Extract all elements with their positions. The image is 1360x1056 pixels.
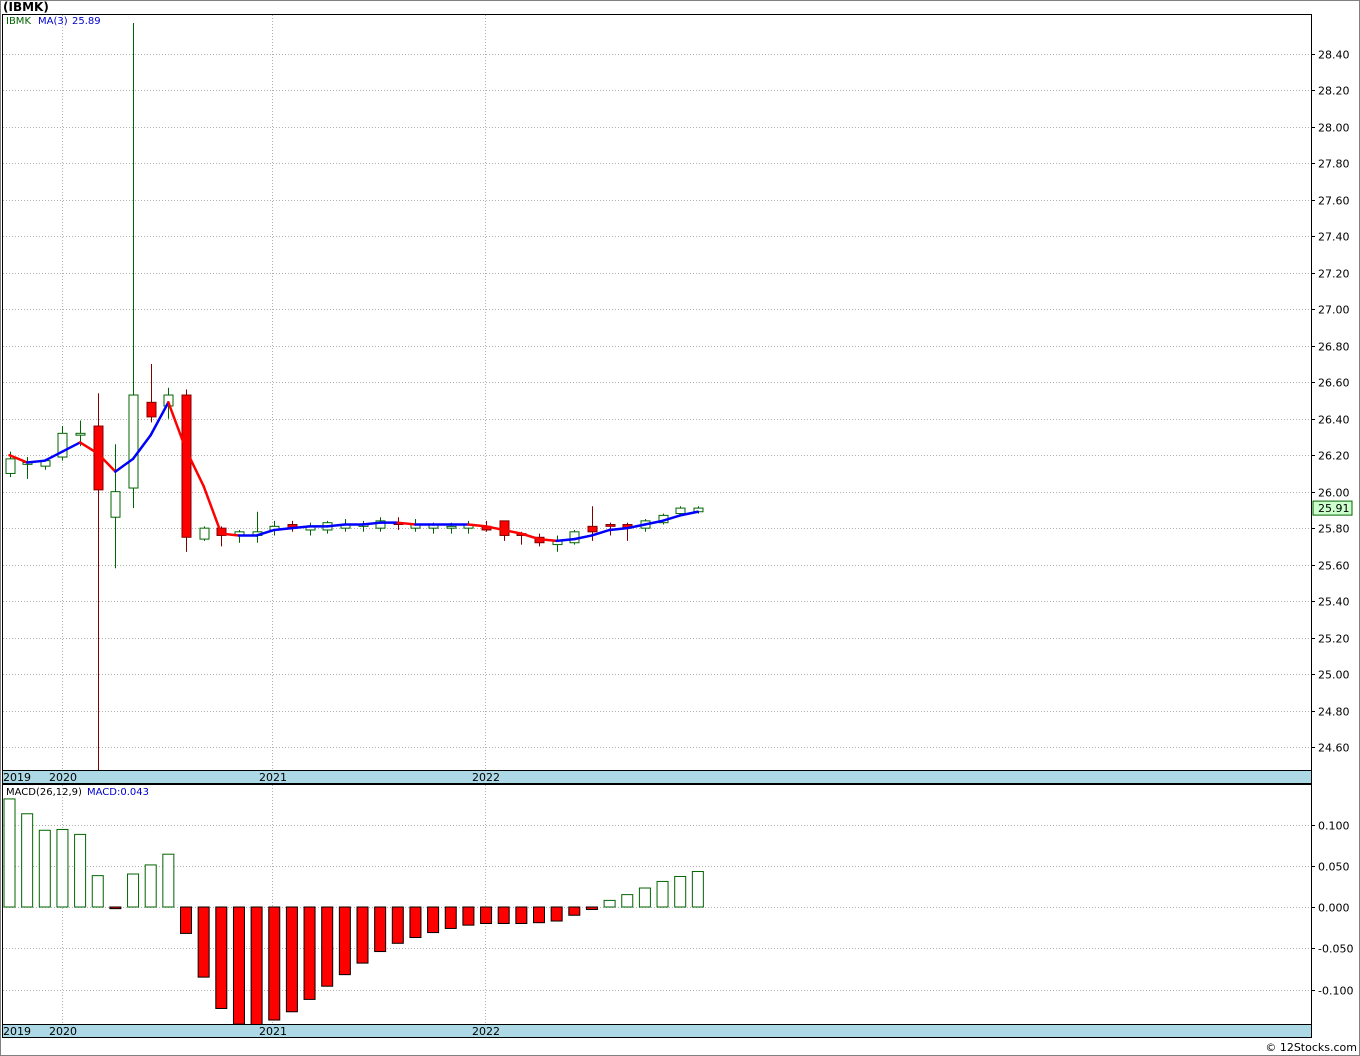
candle-body [75, 432, 86, 436]
macd-bar [585, 906, 598, 910]
price-tick-label: 25.20 [1318, 633, 1350, 646]
price-date-band [2, 770, 1312, 784]
price-tick-label: 25.00 [1318, 669, 1350, 682]
candle-body [499, 520, 510, 536]
price-tick-label: 27.40 [1318, 231, 1350, 244]
price-year-label: 2019 [3, 771, 31, 784]
macd-year-label: 2022 [472, 1025, 500, 1038]
macd-bar [109, 906, 122, 910]
macd-bar [497, 906, 510, 924]
macd-year-label: 2020 [49, 1025, 77, 1038]
macd-bar [533, 906, 545, 924]
macd-bar [515, 906, 528, 924]
price-tick-label: 26.60 [1318, 377, 1350, 390]
price-year-label: 2020 [49, 771, 77, 784]
price-tick-label: 26.80 [1318, 341, 1350, 354]
price-tick-label: 28.20 [1318, 85, 1350, 98]
price-tick-label: 26.00 [1318, 487, 1350, 500]
price-tick-label: 25.60 [1318, 560, 1350, 573]
macd-bar [427, 906, 440, 934]
macd-year-label: 2021 [259, 1025, 287, 1038]
macd-bar [462, 906, 475, 926]
price-tick-label: 24.80 [1318, 706, 1350, 719]
macd-bar [74, 833, 87, 908]
macd-legend-value: MACD:0.043 [87, 787, 149, 798]
watermark: © 12Stocks.com [1265, 1041, 1357, 1054]
price-tick-label: 27.80 [1318, 158, 1350, 171]
candle-body [605, 524, 616, 527]
macd-year-label: 2019 [3, 1025, 31, 1038]
macd-bar [3, 798, 16, 908]
macd-bar [91, 875, 104, 908]
macd-bar [285, 906, 298, 1013]
price-year-label: 2022 [472, 771, 500, 784]
macd-bar [621, 894, 634, 908]
macd-bar [656, 880, 669, 908]
price-tick-label: 24.60 [1318, 742, 1350, 755]
price-tick-label: 28.00 [1318, 122, 1350, 135]
macd-bar [674, 875, 687, 908]
macd-bar [480, 906, 493, 924]
candle-body [128, 394, 139, 489]
macd-date-band [2, 1024, 1312, 1038]
candle-body [5, 458, 16, 474]
macd-bar [321, 906, 334, 987]
macd-bar [232, 906, 245, 1025]
price-tick-label: 27.60 [1318, 195, 1350, 208]
macd-bar [303, 906, 316, 1000]
macd-bar [21, 813, 34, 908]
macd-bar [180, 906, 192, 934]
macd-bar [268, 906, 281, 1021]
ma-legend-label: MA(3) [38, 16, 68, 27]
price-ticker-label: IBMK [6, 16, 31, 27]
macd-bar [250, 906, 263, 1028]
macd-tick-label: -0.100 [1318, 985, 1353, 998]
price-tick-label: 25.80 [1318, 523, 1350, 536]
macd-bar [691, 871, 704, 908]
macd-tick-label: 0.100 [1318, 820, 1350, 833]
price-tick-label: 25.40 [1318, 596, 1350, 609]
macd-bar [56, 828, 69, 908]
price-tick-label: 27.20 [1318, 268, 1350, 281]
candle-body [181, 394, 192, 538]
macd-bar [444, 906, 457, 929]
macd-legend-label: MACD(26,12,9) [6, 787, 82, 798]
candle-body [587, 525, 598, 533]
macd-bar [603, 899, 616, 908]
price-year-label: 2021 [259, 771, 287, 784]
macd-bar [144, 864, 157, 908]
macd-tick-label: 0.000 [1318, 902, 1350, 915]
macd-bar [550, 906, 563, 922]
stock-chart: (IBMK) 24.60 24.80 25.00 25.20 25.40 25.60 25.… [0, 0, 1360, 1056]
price-tick-label: 27.00 [1318, 304, 1350, 317]
price-tick-label: 26.20 [1318, 450, 1350, 463]
price-tick-label: 26.40 [1318, 414, 1350, 427]
macd-bar [197, 906, 210, 978]
candle-body [446, 525, 457, 529]
macd-bar [568, 906, 581, 916]
macd-panel: -0.100 -0.050 0.000 0.050 0.100 MACD(26,12,9… [2, 784, 1353, 1038]
candle-body [110, 491, 121, 518]
ma-legend-value: 25.89 [72, 16, 101, 27]
candle-body [199, 527, 210, 540]
chart-title: (IBMK) [3, 0, 49, 14]
price-panel: 24.60 24.80 25.00 25.20 25.40 25.60 25.80 26.00… [2, 14, 1353, 784]
candle-body [675, 507, 686, 515]
macd-bar [38, 829, 51, 908]
macd-bar [638, 887, 651, 908]
macd-bar [409, 906, 422, 939]
macd-bar [162, 853, 175, 908]
macd-bar [338, 906, 351, 976]
price-tick-label: 28.40 [1318, 49, 1350, 62]
macd-bar [391, 906, 404, 944]
macd-bar [356, 906, 369, 964]
macd-bar [374, 906, 387, 953]
macd-bar [215, 906, 228, 1009]
last-price-label: 25.91 [1318, 502, 1350, 515]
macd-tick-label: -0.050 [1318, 943, 1353, 956]
candle-body [146, 401, 157, 418]
macd-tick-label: 0.050 [1318, 861, 1350, 874]
macd-bar [127, 873, 140, 908]
